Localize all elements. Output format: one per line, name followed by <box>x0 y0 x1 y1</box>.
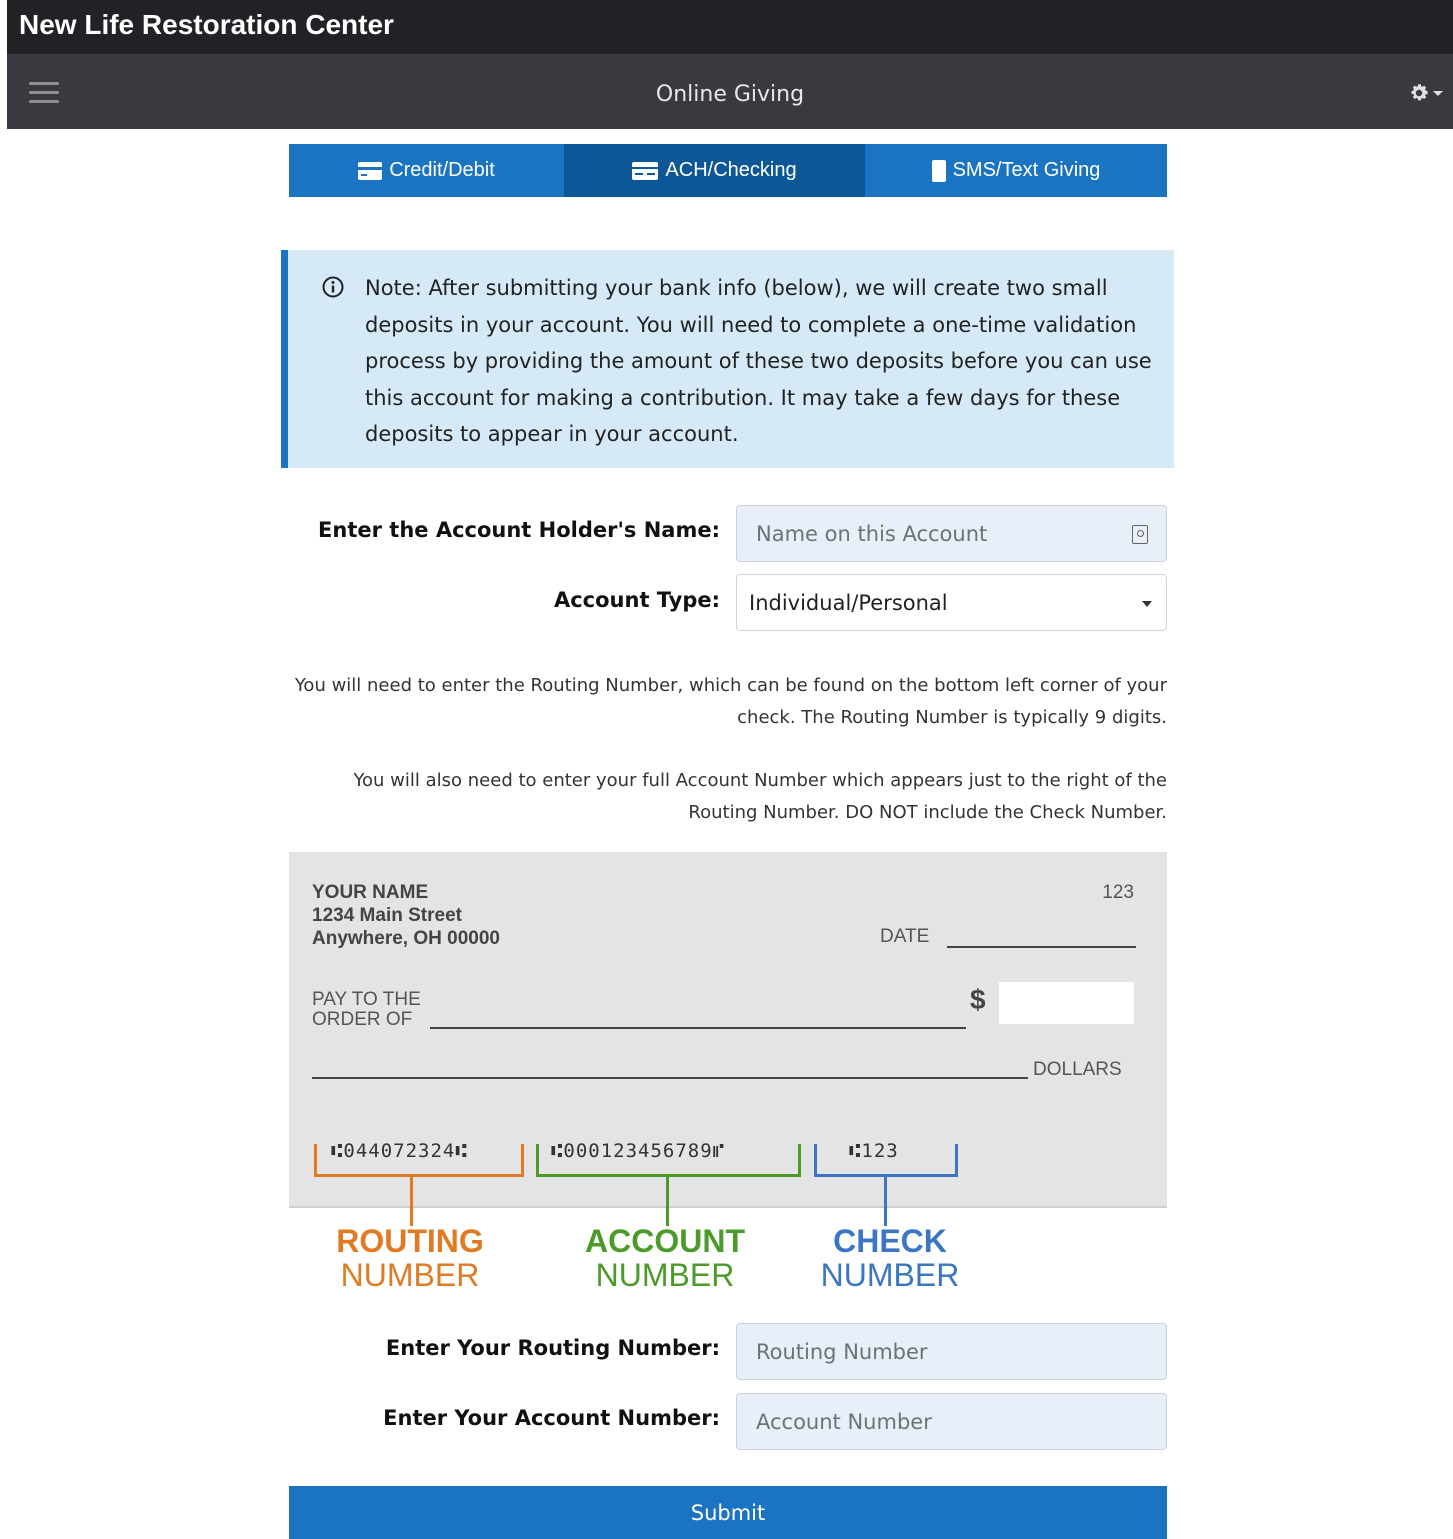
account-type-label: Account Type: <box>553 588 720 612</box>
tab-label: SMS/Text Giving <box>952 159 1101 181</box>
account-type-value: Individual/Personal <box>749 591 948 615</box>
account-holder-label: Enter the Account Holder's Name: <box>318 518 720 542</box>
check-amount-box <box>999 982 1134 1024</box>
account-bracket <box>536 1144 801 1226</box>
tab-credit-debit[interactable]: Credit/Debit <box>289 144 564 197</box>
check-owner-name: YOUR NAME <box>312 882 429 903</box>
credit-card-icon <box>358 161 383 180</box>
check-pay-to: PAY TO THE ORDER OF <box>312 990 421 1030</box>
routing-caption-line-2: NUMBER <box>340 1257 480 1293</box>
account-number-field[interactable] <box>736 1393 1167 1450</box>
account-holder-field[interactable] <box>736 505 1167 562</box>
account-type-select[interactable]: Individual/Personal <box>736 574 1167 631</box>
account-caption-line-2: NUMBER <box>595 1257 735 1293</box>
tab-ach-checking[interactable]: ACH/Checking <box>564 144 865 197</box>
check-payee-line <box>430 1027 966 1029</box>
pay-to-line-2: ORDER OF <box>312 1009 413 1030</box>
check-dollar-sign: $ <box>970 984 986 1015</box>
check-card-icon <box>632 161 659 180</box>
chevron-down-icon <box>1142 601 1152 607</box>
check-number-caption: CHECK NUMBER <box>790 1224 990 1292</box>
routing-number-input[interactable] <box>737 1324 1166 1379</box>
navbar: Online Giving <box>7 54 1453 129</box>
account-number-caption: ACCOUNT NUMBER <box>565 1224 765 1292</box>
check-dollars-label: DOLLARS <box>1033 1059 1122 1080</box>
page-title: Online Giving <box>655 82 805 107</box>
account-caption-line-1: ACCOUNT <box>585 1223 745 1259</box>
account-holder-input[interactable] <box>737 506 1166 561</box>
check-caption-line-1: CHECK <box>833 1223 947 1259</box>
payment-tabs: Credit/Debit ACH/Checking SMS/Text Givin… <box>289 144 1167 197</box>
check-owner-city: Anywhere, OH 00000 <box>312 928 500 949</box>
chevron-down-icon <box>1433 90 1443 96</box>
submit-button[interactable]: Submit <box>289 1486 1167 1539</box>
check-owner-street: 1234 Main Street <box>312 905 462 926</box>
routing-bracket <box>314 1144 524 1226</box>
check-serial: 123 <box>1102 882 1134 903</box>
org-name: New Life Restoration Center <box>19 9 394 40</box>
account-number-input[interactable] <box>737 1394 1166 1449</box>
note-text: Note: After submitting your bank info (b… <box>365 276 1152 446</box>
check-date-line <box>947 946 1136 948</box>
info-note: Note: After submitting your bank info (b… <box>281 250 1174 468</box>
routing-help-text: You will need to enter the Routing Numbe… <box>294 675 1167 728</box>
routing-caption-line-1: ROUTING <box>336 1223 484 1259</box>
settings-menu[interactable] <box>1408 82 1443 104</box>
tab-label: ACH/Checking <box>665 159 797 181</box>
check-owner: YOUR NAME 1234 Main Street Anywhere, OH … <box>312 881 500 950</box>
info-circle-icon <box>322 276 344 298</box>
tab-sms-text-giving[interactable]: SMS/Text Giving <box>865 144 1167 197</box>
check-dollars-line <box>312 1077 1028 1079</box>
check-bracket <box>814 1144 958 1226</box>
contact-card-icon <box>1132 525 1148 544</box>
account-number-label: Enter Your Account Number: <box>383 1406 720 1430</box>
account-help-text: You will also need to enter your full Ac… <box>353 770 1167 823</box>
tab-label: Credit/Debit <box>389 159 495 181</box>
mobile-phone-icon <box>931 159 946 182</box>
routing-number-label: Enter Your Routing Number: <box>385 1336 720 1360</box>
check-caption-line-2: NUMBER <box>820 1257 960 1293</box>
gear-icon <box>1411 84 1428 101</box>
app-header: New Life Restoration Center <box>7 0 1453 54</box>
routing-number-caption: ROUTING NUMBER <box>310 1224 510 1292</box>
routing-number-field[interactable] <box>736 1323 1167 1380</box>
check-date-label: DATE <box>880 926 930 947</box>
pay-to-line-1: PAY TO THE <box>312 989 421 1010</box>
